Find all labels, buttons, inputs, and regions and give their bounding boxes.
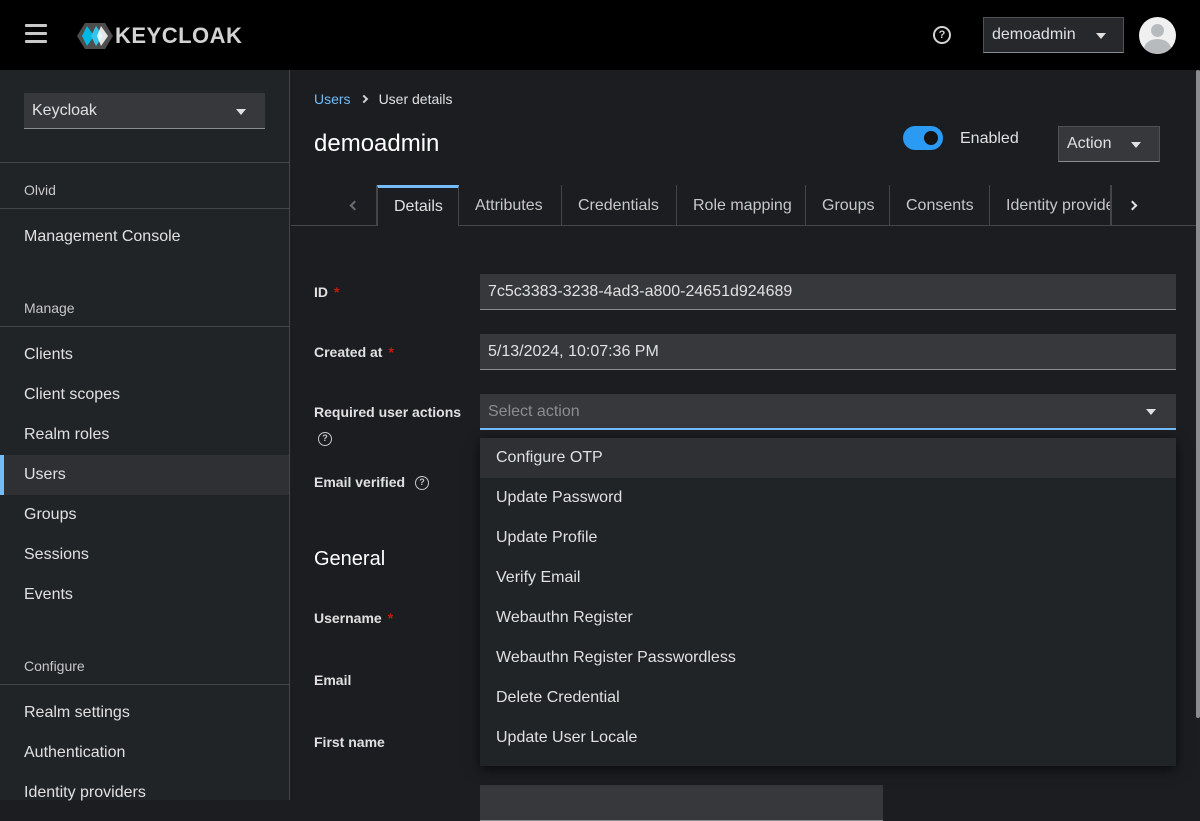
sidebar: Keycloak Olvid Management Console Manage… [0,70,290,801]
page-title: demoadmin [314,130,440,157]
id-field[interactable]: 7c5c3383-3238-4ad3-a800-24651d924689 [480,274,1176,310]
caret-down-icon [1146,409,1156,415]
menu-item-update-user-locale[interactable]: Update User Locale [480,718,1176,758]
required-actions-select[interactable]: Select action [480,394,1176,430]
realm-group-label: Olvid [24,182,56,198]
realm-selector[interactable]: Keycloak [24,93,265,129]
menu-item-webauthn-register-passwordless[interactable]: Webauthn Register Passwordless [480,638,1176,678]
created-at-label-text: Created at [314,344,383,360]
scrollbar[interactable] [1196,70,1200,718]
required-marker: * [334,284,340,300]
caret-down-icon [1131,142,1141,148]
configure-section-heading: Configure [24,658,85,674]
divider [0,684,290,685]
chevron-left-icon [349,200,360,211]
caret-down-icon [1096,33,1106,39]
id-label-text: ID [314,284,328,300]
menu-item-verify-email[interactable]: Verify Email [480,558,1176,598]
avatar[interactable] [1139,17,1176,54]
required-marker: * [387,610,394,626]
required-actions-menu: Configure OTP Update Password Update Pro… [480,438,1176,766]
keycloak-logo[interactable]: KEYCLOAK [77,21,242,51]
breadcrumb-current: User details [378,91,453,107]
enabled-toggle-label: Enabled [960,130,1019,147]
hamburger-menu-icon[interactable] [25,24,47,46]
breadcrumb-users-link[interactable]: Users [314,91,351,107]
sidebar-item-client-scopes[interactable]: Client scopes [0,375,289,415]
email-verified-label-text: Email verified [314,474,406,490]
realm-selector-label: Keycloak [32,102,97,119]
first-name-label: First name [314,734,385,750]
caret-down-icon [236,109,246,115]
manage-section-heading: Manage [24,300,75,316]
tab-identity-providers[interactable]: Identity provide [990,185,1111,226]
menu-item-update-profile[interactable]: Update Profile [480,518,1176,558]
divider [0,326,290,327]
main-content: Users User details demoadmin Enabled Act… [291,70,1200,821]
chevron-right-icon [1127,200,1138,211]
tab-details[interactable]: Details [377,185,459,226]
tab-attributes[interactable]: Attributes [459,185,562,226]
breadcrumb: Users User details [314,91,452,107]
username-label-text: Username [314,610,382,626]
help-icon[interactable]: ? [318,430,332,448]
enabled-toggle[interactable] [903,126,943,150]
tab-consents[interactable]: Consents [890,185,990,226]
divider [0,208,290,209]
menu-item-delete-credential[interactable]: Delete Credential [480,678,1176,718]
tab-scroll-right-button[interactable] [1111,185,1157,226]
tab-credentials[interactable]: Credentials [562,185,677,226]
action-dropdown[interactable]: Action [1058,126,1160,162]
created-at-label: Created at * [314,344,394,360]
user-menu-label: demoadmin [992,26,1076,43]
username-label: Username * [314,610,393,626]
menu-item-webauthn-register[interactable]: Webauthn Register [480,598,1176,638]
sidebar-item-authentication[interactable]: Authentication [0,733,289,773]
created-at-field[interactable]: 5/13/2024, 10:07:36 PM [480,334,1176,370]
menu-item-update-password[interactable]: Update Password [480,478,1176,518]
help-icon[interactable]: ? [414,476,429,491]
sidebar-item-realm-roles[interactable]: Realm roles [0,415,289,455]
id-label: ID * [314,284,339,300]
tab-scroll-left-button[interactable] [331,185,377,226]
logo-text: KEYCLOAK [115,23,243,48]
divider [0,162,290,163]
masthead: KEYCLOAK ? demoadmin [0,0,1200,70]
sidebar-item-realm-settings[interactable]: Realm settings [0,693,289,733]
chevron-right-icon [359,94,368,104]
tab-bar: Details Attributes Credentials Role mapp… [291,185,1200,226]
general-section-title: General [314,548,386,570]
action-dropdown-label: Action [1067,135,1112,152]
sidebar-item-events[interactable]: Events [0,575,289,615]
sidebar-item-users[interactable]: Users [0,455,289,495]
tab-role-mapping[interactable]: Role mapping [677,185,806,226]
required-actions-placeholder: Select action [488,403,580,420]
user-menu-dropdown[interactable]: demoadmin [983,17,1124,53]
help-icon[interactable]: ? [933,26,951,44]
sidebar-item-identity-providers[interactable]: Identity providers [0,773,289,813]
sidebar-item-sessions[interactable]: Sessions [0,535,289,575]
keycloak-logo-icon [77,23,113,49]
email-verified-label: Email verified ? [314,474,429,491]
required-marker: * [388,344,394,360]
menu-item-configure-otp[interactable]: Configure OTP [480,438,1176,478]
email-label: Email [314,672,352,688]
sidebar-item-management-console[interactable]: Management Console [0,217,289,257]
last-name-field[interactable] [480,785,883,821]
sidebar-item-clients[interactable]: Clients [0,335,289,375]
sidebar-item-groups[interactable]: Groups [0,495,289,535]
required-actions-label: Required user actions [314,404,462,420]
tab-groups[interactable]: Groups [806,185,890,226]
